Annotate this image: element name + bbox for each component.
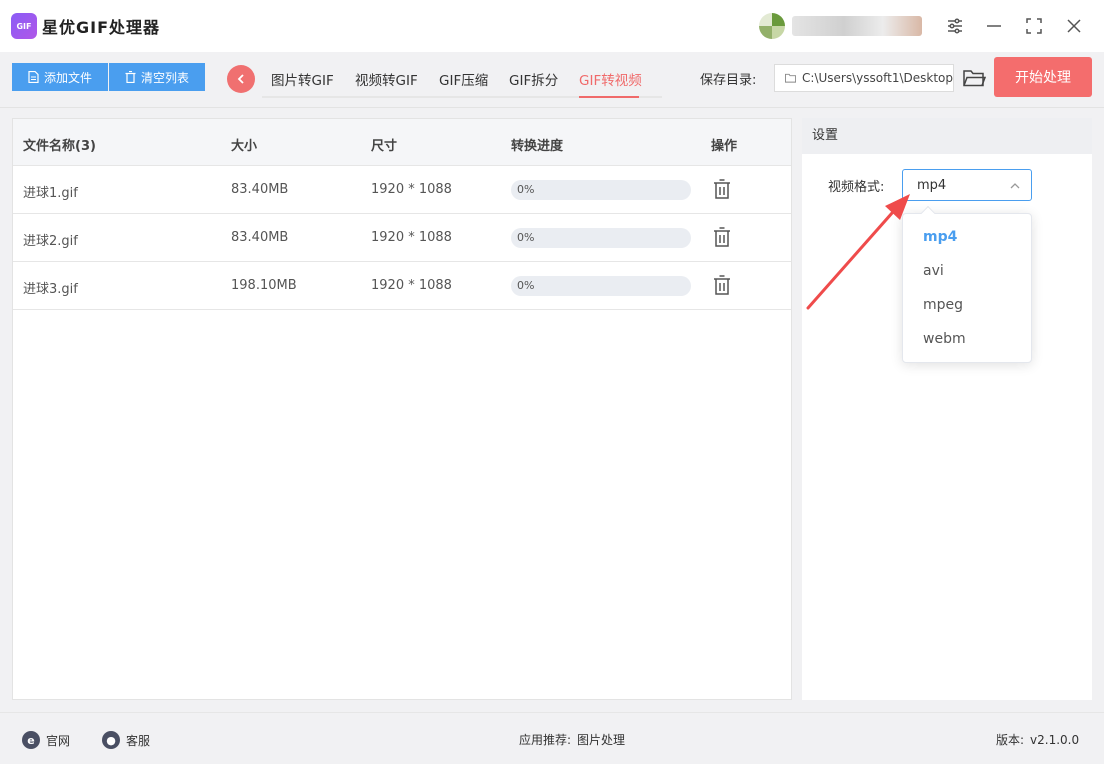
col-header-name: 文件名称(3): [23, 139, 96, 154]
format-option-mp4[interactable]: mp4: [923, 229, 957, 245]
app-title: 星优GIF处理器: [42, 18, 161, 37]
add-file-button[interactable]: 添加文件: [12, 63, 108, 91]
chevron-left-icon: [237, 74, 244, 84]
format-option-webm[interactable]: webm: [923, 331, 966, 347]
row-file-name: 进球2.gif: [23, 234, 78, 249]
save-dir-label: 保存目录:: [700, 73, 757, 88]
row-progress-text: 0%: [517, 231, 535, 244]
video-format-value: mp4: [917, 177, 947, 193]
settings-title: 设置: [802, 118, 1092, 154]
recommend-label: 应用推荐:: [519, 733, 572, 747]
row-file-size: 198.10MB: [231, 278, 297, 293]
start-process-button[interactable]: 开始处理: [994, 57, 1092, 97]
header-divider: [0, 107, 1104, 108]
format-option-avi[interactable]: avi: [923, 263, 944, 279]
maximize-icon[interactable]: [1022, 14, 1046, 38]
website-link[interactable]: e 官网: [22, 731, 70, 749]
save-dir-input[interactable]: C:\Users\yssoft1\Desktop: [774, 64, 954, 92]
dropdown-caret: [920, 205, 936, 221]
table-row[interactable]: 进球2.gif 83.40MB 1920 * 1088 0%: [13, 214, 791, 262]
close-icon[interactable]: [1062, 14, 1086, 38]
row-file-name: 进球1.gif: [23, 186, 78, 201]
col-header-action: 操作: [711, 139, 738, 154]
row-progress-text: 0%: [517, 183, 535, 196]
app-logo-icon: GIF: [11, 13, 37, 39]
folder-small-icon: [785, 73, 797, 83]
row-file-dims: 1920 * 1088: [371, 230, 452, 245]
row-progress-bar: 0%: [511, 228, 691, 248]
clear-list-button[interactable]: 清空列表: [109, 63, 205, 91]
chevron-up-icon: [1010, 183, 1020, 189]
settings-sliders-icon[interactable]: [943, 14, 967, 38]
settings-panel: 设置 视频格式: mp4 mp4 avi mpeg webm: [802, 118, 1092, 700]
video-format-dropdown: mp4 avi mpeg webm: [902, 205, 1032, 363]
add-file-label: 添加文件: [43, 70, 92, 85]
ie-browser-icon: e: [22, 731, 40, 749]
tab-gif-to-video[interactable]: GIF转视频: [579, 69, 642, 89]
col-header-size: 大小: [231, 139, 258, 154]
user-avatar[interactable]: [759, 13, 785, 39]
title-bar: GIF 星优GIF处理器: [0, 0, 1104, 52]
tab-image-to-gif[interactable]: 图片转GIF: [271, 69, 334, 89]
row-file-dims: 1920 * 1088: [371, 182, 452, 197]
delete-icon[interactable]: [713, 179, 731, 199]
delete-icon[interactable]: [713, 227, 731, 247]
file-icon: [28, 71, 39, 83]
table-row[interactable]: 进球3.gif 198.10MB 1920 * 1088 0%: [13, 262, 791, 310]
back-button[interactable]: [227, 65, 255, 93]
row-file-size: 83.40MB: [231, 230, 289, 245]
user-name-blurred[interactable]: [792, 16, 922, 36]
col-header-dims: 尺寸: [371, 139, 398, 154]
row-file-size: 83.40MB: [231, 182, 289, 197]
version-value: v2.1.0.0: [1030, 732, 1080, 747]
row-progress-bar: 0%: [511, 180, 691, 200]
version-label: 版本:: [996, 733, 1025, 747]
tab-gif-split[interactable]: GIF拆分: [509, 69, 558, 89]
trash-icon: [125, 71, 136, 83]
app-recommend: 应用推荐: 图片处理: [519, 731, 625, 748]
col-header-progress: 转换进度: [511, 139, 564, 154]
format-option-mpeg[interactable]: mpeg: [923, 297, 963, 313]
save-dir-value: C:\Users\yssoft1\Desktop: [802, 71, 953, 85]
support-link[interactable]: ● 客服: [102, 731, 150, 749]
version-info: 版本: v2.1.0.0: [996, 731, 1079, 748]
tab-gif-compress[interactable]: GIF压缩: [439, 69, 488, 89]
tab-bar: 图片转GIF 视频转GIF GIF压缩 GIF拆分 GIF转视频: [262, 60, 662, 98]
table-row[interactable]: 进球1.gif 83.40MB 1920 * 1088 0%: [13, 166, 791, 214]
active-tab-indicator: [579, 96, 639, 98]
website-label: 官网: [46, 733, 71, 748]
row-progress-bar: 0%: [511, 276, 691, 296]
support-label: 客服: [126, 733, 151, 748]
recommend-link[interactable]: 图片处理: [577, 731, 625, 748]
folder-open-icon[interactable]: [962, 66, 987, 90]
delete-icon[interactable]: [713, 275, 731, 295]
table-header: 文件名称(3) 大小 尺寸 转换进度 操作: [13, 119, 791, 166]
row-file-name: 进球3.gif: [23, 282, 78, 297]
video-format-label: 视频格式:: [828, 180, 885, 195]
chat-bubble-icon: ●: [102, 731, 120, 749]
clear-list-label: 清空列表: [140, 70, 189, 85]
row-progress-text: 0%: [517, 279, 535, 292]
video-format-select[interactable]: mp4: [902, 169, 1032, 201]
file-list-panel: 文件名称(3) 大小 尺寸 转换进度 操作 进球1.gif 83.40MB 19…: [12, 118, 792, 700]
minimize-icon[interactable]: [982, 14, 1006, 38]
tab-video-to-gif[interactable]: 视频转GIF: [355, 69, 418, 89]
row-file-dims: 1920 * 1088: [371, 278, 452, 293]
status-bar: e 官网 ● 客服 应用推荐: 图片处理 版本: v2.1.0.0: [0, 712, 1104, 764]
